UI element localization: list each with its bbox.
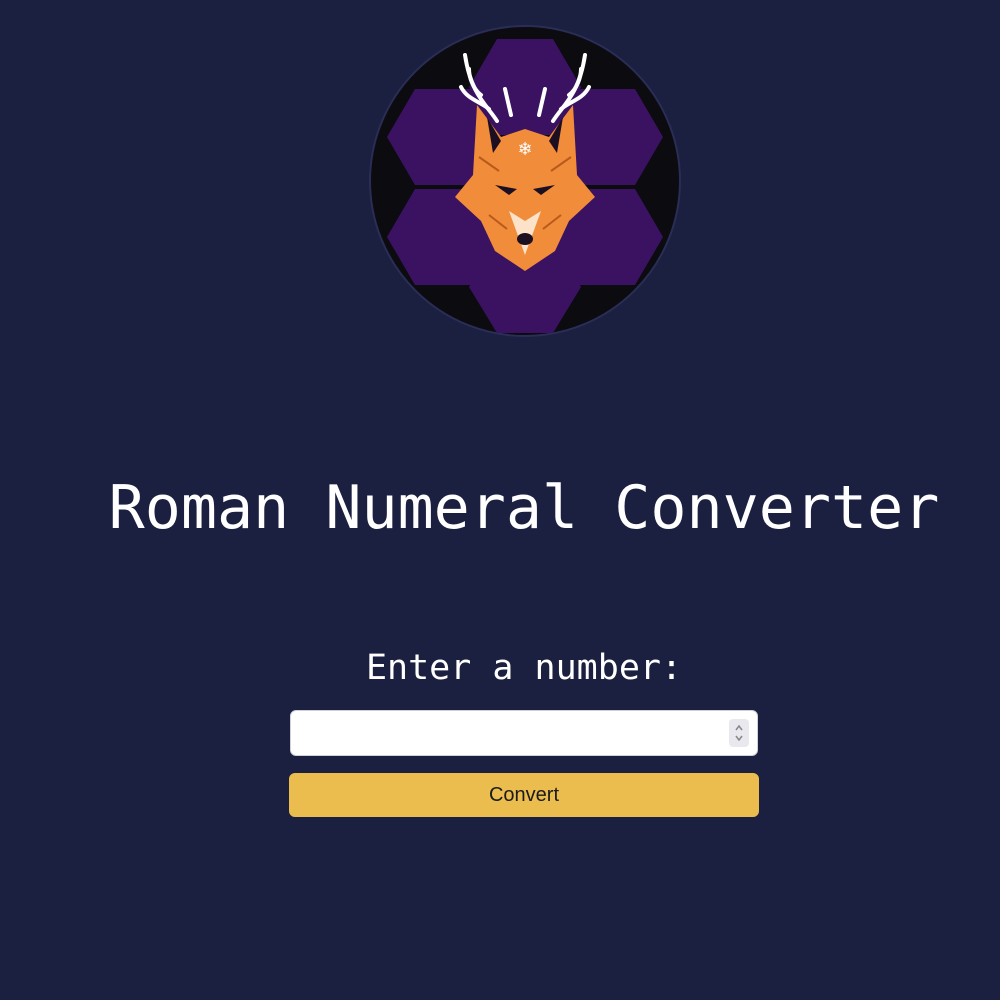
- converter-form: Enter a number: Convert: [289, 640, 759, 817]
- logo: ❄: [369, 25, 681, 337]
- fox-logo-icon: ❄: [369, 25, 681, 337]
- number-input-row: [289, 710, 758, 756]
- number-stepper[interactable]: [729, 719, 749, 747]
- number-input[interactable]: [290, 710, 758, 756]
- chevron-up-icon[interactable]: [735, 724, 743, 732]
- svg-text:❄: ❄: [517, 139, 532, 160]
- convert-button[interactable]: Convert: [289, 773, 759, 817]
- number-input-label: Enter a number:: [365, 648, 683, 688]
- chevron-down-icon[interactable]: [735, 734, 743, 742]
- page-title: Roman Numeral Converter: [108, 473, 940, 543]
